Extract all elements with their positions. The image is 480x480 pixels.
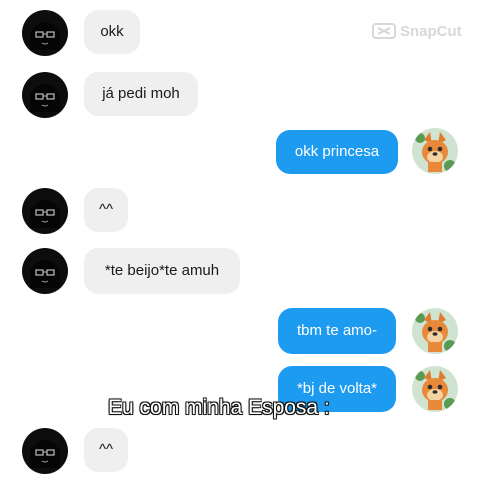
- dark-haired-girl-avatar-icon: [22, 10, 68, 56]
- cartoon-dog-avatar-icon: [412, 128, 458, 174]
- message-bubble[interactable]: ^^: [84, 428, 128, 472]
- message-bubble[interactable]: okk princesa: [276, 130, 398, 174]
- dark-haired-girl-avatar-icon: [22, 428, 68, 474]
- dark-haired-girl-avatar-icon: [22, 248, 68, 294]
- message-bubble[interactable]: ^^: [84, 188, 128, 232]
- message-bubble[interactable]: já pedi moh: [84, 72, 198, 116]
- message-bubble[interactable]: tbm te amo-: [278, 308, 396, 354]
- watermark-text: SnapCut: [400, 22, 462, 40]
- overlay-caption: Eu com minha Esposa :: [108, 396, 330, 419]
- sent-avatar[interactable]: [412, 128, 458, 174]
- dark-haired-girl-avatar-icon: [22, 188, 68, 234]
- received-avatar[interactable]: [22, 188, 68, 234]
- received-avatar[interactable]: [22, 248, 68, 294]
- sent-avatar[interactable]: [412, 366, 458, 412]
- received-avatar[interactable]: [22, 10, 68, 56]
- chat-thread[interactable]: SnapCut okk já pedi moh okk princesa ^^ …: [0, 0, 480, 480]
- cartoon-dog-avatar-icon: [412, 366, 458, 412]
- cartoon-dog-avatar-icon: [412, 308, 458, 354]
- received-avatar[interactable]: [22, 428, 68, 474]
- scissors-logo-icon: [372, 23, 396, 39]
- dark-haired-girl-avatar-icon: [22, 72, 68, 118]
- sent-avatar[interactable]: [412, 308, 458, 354]
- received-avatar[interactable]: [22, 72, 68, 118]
- watermark: SnapCut: [372, 22, 462, 40]
- message-bubble[interactable]: *te beijo*te amuh: [84, 248, 240, 294]
- message-bubble[interactable]: okk: [84, 10, 140, 54]
